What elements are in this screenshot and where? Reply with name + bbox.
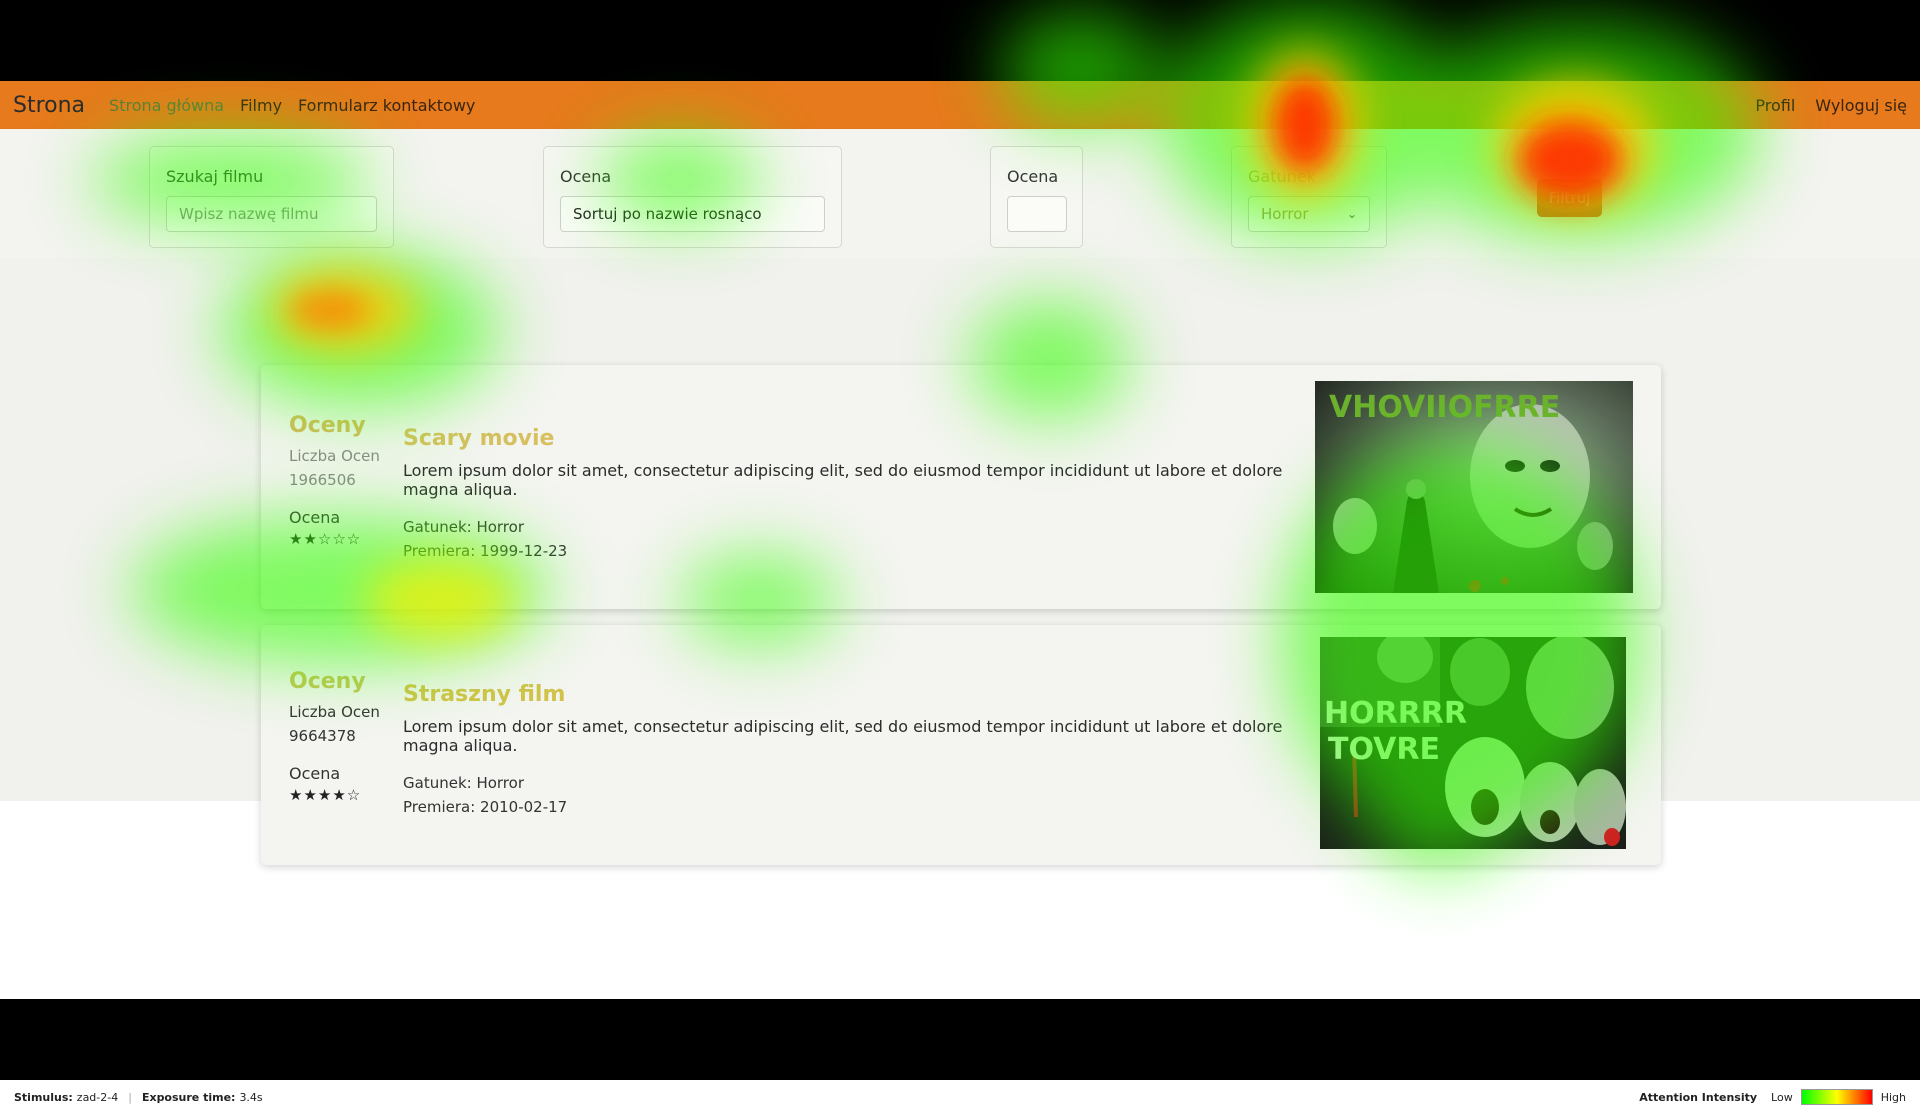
ratings-count-label: Liczba Ocen (289, 703, 380, 721)
movie-premiere: Premiera: 2010-02-17 (403, 798, 568, 816)
poster-image: VHOVIIOFRRE (1315, 381, 1633, 593)
sort-select[interactable]: Sortuj po nazwie rosnąco (560, 196, 825, 232)
rating-label: Ocena (289, 764, 341, 783)
poster-image: HORRRR TOVRE (1320, 637, 1626, 849)
poster-title-text-2: TOVRE (1328, 732, 1440, 767)
movie-poster[interactable]: VHOVIIOFRRE (1315, 381, 1633, 593)
chevron-down-icon: ⌄ (1346, 207, 1357, 221)
filter-button[interactable]: Filtruj (1537, 179, 1602, 217)
genre-select[interactable]: Horror ⌄ (1248, 196, 1370, 232)
ratings-title: Oceny (289, 413, 366, 438)
rating-filter: Ocena (990, 146, 1083, 248)
movie-genre: Gatunek: Horror (403, 774, 524, 792)
movie-genre: Gatunek: Horror (403, 518, 524, 536)
rating-label: Ocena (289, 508, 341, 527)
movie-description: Lorem ipsum dolor sit amet, consectetur … (403, 461, 1283, 499)
nav-link-contact-form[interactable]: Formularz kontaktowy (298, 96, 475, 115)
heatmap-footer: Stimulus: zad-2-4 | Exposure time: 3.4s … (0, 1080, 1920, 1114)
poster-title-text-1: HORRRR (1324, 696, 1467, 731)
ratings-title: Oceny (289, 669, 366, 694)
movie-premiere: Premiera: 1999-12-23 (403, 542, 568, 560)
legend-high: High (1880, 1090, 1906, 1104)
nav-link-home[interactable]: Strona główna (109, 96, 224, 115)
legend-title: Attention Intensity (1639, 1090, 1758, 1104)
nav-link-logout[interactable]: Wyloguj się (1815, 96, 1907, 115)
rating-input[interactable] (1007, 196, 1067, 232)
heatmap-screen: Strona Strona główna Filmy Formularz kon… (0, 0, 1920, 1114)
stimulus-value: zad-2-4 (76, 1090, 119, 1104)
ratings-count-label: Liczba Ocen (289, 447, 380, 465)
nav-link-profile[interactable]: Profil (1755, 96, 1795, 115)
stimulus-page: Strona Strona główna Filmy Formularz kon… (0, 81, 1920, 999)
movie-card: Oceny Liczba Ocen 9664378 Ocena ★★★★☆ St… (261, 625, 1661, 865)
navbar: Strona Strona główna Filmy Formularz kon… (0, 81, 1920, 129)
star-rating[interactable]: ★★★★☆ (289, 786, 409, 804)
stimulus-label: Stimulus: (14, 1090, 73, 1104)
star-rating[interactable]: ★★☆☆☆ (289, 530, 409, 548)
movie-list: Oceny Liczba Ocen 1966506 Ocena ★★☆☆☆ Sc… (0, 258, 1920, 865)
ratings-count: 1966506 (289, 471, 356, 489)
movie-info: Straszny film Lorem ipsum dolor sit amet… (403, 682, 1283, 819)
filter-bar: Szukaj filmu Wpisz nazwę filmu Ocena Sor… (0, 129, 1920, 258)
nav-link-movies[interactable]: Filmy (240, 96, 282, 115)
legend-low: Low (1771, 1090, 1793, 1104)
genre-label: Gatunek (1248, 167, 1316, 186)
movie-title[interactable]: Scary movie (403, 426, 1283, 451)
nav-right: Profil Wyloguj się (1735, 96, 1907, 115)
navbar-brand[interactable]: Strona (13, 93, 85, 118)
search-input[interactable]: Wpisz nazwę filmu (166, 196, 377, 232)
movie-poster[interactable]: HORRRR TOVRE (1320, 637, 1626, 849)
exposure-label: Exposure time: (141, 1090, 236, 1104)
legend-gradient-bar (1800, 1089, 1873, 1105)
poster-title-text: VHOVIIOFRRE (1329, 390, 1560, 425)
ratings-block: Oceny Liczba Ocen 9664378 Ocena ★★★★☆ (289, 669, 409, 804)
sort-label: Ocena (560, 167, 612, 186)
movie-card: Oceny Liczba Ocen 1966506 Ocena ★★☆☆☆ Sc… (261, 365, 1661, 609)
movie-title[interactable]: Straszny film (403, 682, 1283, 707)
footer-separator: | (128, 1090, 132, 1104)
genre-filter: Gatunek Horror ⌄ (1231, 146, 1387, 248)
search-filter: Szukaj filmu Wpisz nazwę filmu (149, 146, 394, 248)
sort-filter: Ocena Sortuj po nazwie rosnąco (543, 146, 842, 248)
genre-select-value: Horror (1261, 205, 1309, 223)
ratings-block: Oceny Liczba Ocen 1966506 Ocena ★★☆☆☆ (289, 413, 409, 548)
search-label: Szukaj filmu (166, 167, 264, 186)
intensity-legend: Attention Intensity Low High (1639, 1089, 1906, 1105)
movie-info: Scary movie Lorem ipsum dolor sit amet, … (403, 426, 1283, 563)
exposure-value: 3.4s (239, 1090, 263, 1104)
rating-label: Ocena (1007, 167, 1059, 186)
ratings-count: 9664378 (289, 727, 356, 745)
movie-description: Lorem ipsum dolor sit amet, consectetur … (403, 717, 1283, 755)
